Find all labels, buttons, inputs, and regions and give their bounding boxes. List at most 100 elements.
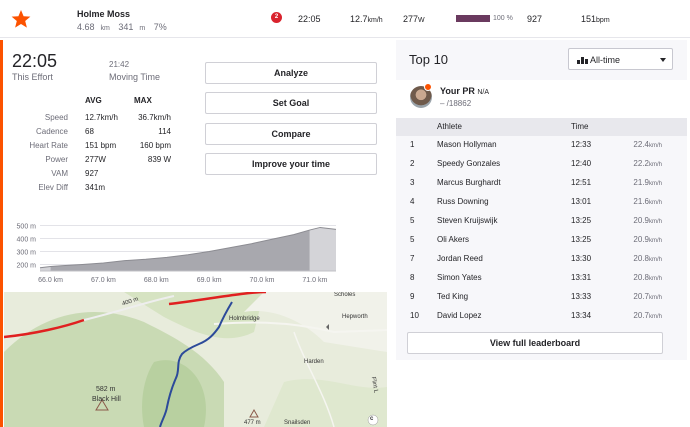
row-rank: 9 <box>410 292 415 301</box>
row-time: 13:33 <box>571 292 592 301</box>
time-column-header: Time <box>571 122 589 131</box>
row-athlete-name[interactable]: Marcus Burghardt <box>437 178 501 187</box>
row-athlete-name[interactable]: Simon Yates <box>437 273 482 282</box>
leaderboard-title: Top 10 <box>409 52 449 67</box>
stat-row-speed: Speed 12.7km/h 36.7km/h <box>20 113 200 127</box>
row-rank: 5 <box>410 216 415 225</box>
row-rank: 1 <box>410 140 415 149</box>
leaderboard-row[interactable]: 5 Steven Kruijswijk 13:25 20.9km/h <box>396 212 687 231</box>
row-rank: 7 <box>410 254 415 263</box>
moving-time-label: Moving Time <box>109 72 161 82</box>
map-canvas <box>4 292 387 427</box>
speed-value: 20.9 <box>633 235 649 244</box>
leaderboard-filter-dropdown[interactable]: All-time <box>568 48 673 70</box>
speed-unit: km/h <box>648 257 662 263</box>
improve-time-button[interactable]: Improve your time <box>205 153 377 175</box>
row-rank: 2 <box>410 159 415 168</box>
max-header: MAX <box>134 96 152 105</box>
x-tick-label: 70.0 km <box>250 277 275 284</box>
stat-avg: 927 <box>85 169 99 178</box>
leaderboard-row[interactable]: 1 Mason Hollyman 12:33 22.4km/h <box>396 136 687 155</box>
pr-rank: – /18862 <box>440 99 472 108</box>
peak-name-label: Black Hill <box>92 396 121 403</box>
leaderboard-row[interactable]: 9 Ted King 13:33 20.7km/h <box>396 288 687 307</box>
map-copyright-icon[interactable]: c <box>370 416 373 422</box>
peak-height-label: 582 m <box>96 386 116 393</box>
leaderboard-row[interactable]: 10 David Lopez 13:34 20.7km/h <box>396 307 687 326</box>
row-athlete-name[interactable]: Jordan Reed <box>437 254 483 263</box>
effort-power: 277W <box>403 14 425 24</box>
x-tick-label: 71.0 km <box>302 277 327 284</box>
stat-avg: 151 bpm <box>85 141 117 150</box>
row-athlete-name[interactable]: Russ Downing <box>437 197 489 206</box>
speed-unit: km/h <box>648 162 662 168</box>
bar-chart-icon <box>577 57 588 64</box>
stat-label: Power <box>45 155 68 164</box>
row-time: 13:25 <box>571 235 592 244</box>
speed-unit: km/h <box>648 219 662 225</box>
speed-value: 21.6 <box>633 197 649 206</box>
map-town-label: Scholes <box>334 292 356 298</box>
power-unit: W <box>418 17 425 24</box>
view-full-leaderboard-button[interactable]: View full leaderboard <box>407 332 663 354</box>
stat-label: VAM <box>51 169 68 178</box>
personal-record-row: Your PR N/A – /18862 <box>396 80 687 118</box>
leaderboard-row[interactable]: 5 Oli Akers 13:25 20.9km/h <box>396 231 687 250</box>
leaderboard-row[interactable]: 8 Simon Yates 13:31 20.8km/h <box>396 269 687 288</box>
star-icon[interactable] <box>11 9 31 29</box>
power-value: 277 <box>403 14 419 24</box>
speed-unit: km/h <box>648 314 662 320</box>
speed-unit: km/h <box>648 238 662 244</box>
effort-label: This Effort <box>12 72 53 82</box>
set-goal-button[interactable]: Set Goal <box>205 92 377 114</box>
effort-speed: 12.7km/h <box>350 14 383 24</box>
y-tick-label: 200 m <box>17 263 37 270</box>
row-athlete-name[interactable]: Mason Hollyman <box>437 140 497 149</box>
segment-name[interactable]: Holme Moss <box>77 9 130 19</box>
compare-button[interactable]: Compare <box>205 123 377 145</box>
distance-unit: km <box>100 25 110 32</box>
stat-row-heart-rate: Heart Rate 151 bpm 160 bpm <box>20 141 200 155</box>
speed-value: 20.8 <box>633 254 649 263</box>
chevron-down-icon <box>660 58 666 62</box>
avatar-badge-icon <box>424 83 432 91</box>
athlete-column-header: Athlete <box>437 122 462 131</box>
row-rank: 3 <box>410 178 415 187</box>
hr-unit: bpm <box>596 17 610 24</box>
row-speed: 20.7km/h <box>622 311 662 320</box>
leaderboard-row[interactable]: 4 Russ Downing 13:01 21.6km/h <box>396 193 687 212</box>
avg-header: AVG <box>85 96 102 105</box>
elevation-chart-svg: 500 m 400 m 300 m 200 m66.0 km 67.0 km 68.0 k… <box>17 224 337 284</box>
speed-value: 20.7 <box>633 311 649 320</box>
stat-label: Elev Diff <box>38 183 68 192</box>
leaderboard-row[interactable]: 3 Marcus Burghardt 12:51 21.9km/h <box>396 174 687 193</box>
segment-grade: 7% <box>153 22 167 32</box>
row-rank: 8 <box>410 273 415 282</box>
stat-row-vam: VAM 927 <box>20 169 200 183</box>
row-time: 12:51 <box>571 178 592 187</box>
row-speed: 21.9km/h <box>622 178 662 187</box>
hr-value: 151 <box>581 14 597 24</box>
percent-label: 100 % <box>493 15 513 22</box>
row-speed: 20.9km/h <box>622 216 662 225</box>
row-athlete-name[interactable]: Oli Akers <box>437 235 469 244</box>
map-place-label: Snailsden <box>284 420 311 426</box>
leaderboard-row[interactable]: 7 Jordan Reed 13:30 20.8km/h <box>396 250 687 269</box>
elevation-unit: m <box>139 25 146 32</box>
row-speed: 22.2km/h <box>622 159 662 168</box>
speed-unit: km/h <box>367 17 383 24</box>
segment-stats: 4.68 km 341 m 7% <box>77 22 173 32</box>
row-athlete-name[interactable]: David Lopez <box>437 311 481 320</box>
speed-value: 20.8 <box>633 273 649 282</box>
segment-header-bar: Holme Moss 4.68 km 341 m 7% 2 22:05 12.7km… <box>0 0 690 38</box>
map-town-label: Hepworth <box>342 314 368 320</box>
analyze-button[interactable]: Analyze <box>205 62 377 84</box>
row-athlete-name[interactable]: Speedy Gonzales <box>437 159 500 168</box>
segment-map[interactable]: 400 m Holmbridge Scholes Hepworth Harden… <box>4 292 387 427</box>
leaderboard-row[interactable]: 2 Speedy Gonzales 12:40 22.2km/h <box>396 155 687 174</box>
elevation-chart[interactable]: 500 m 400 m 300 m 200 m 66.0 km 67.0 km 68.0 k… <box>0 214 340 289</box>
map-town-label: Harden <box>304 359 324 365</box>
speed-unit: km/h <box>648 200 662 206</box>
row-athlete-name[interactable]: Steven Kruijswijk <box>437 216 497 225</box>
row-athlete-name[interactable]: Ted King <box>437 292 468 301</box>
